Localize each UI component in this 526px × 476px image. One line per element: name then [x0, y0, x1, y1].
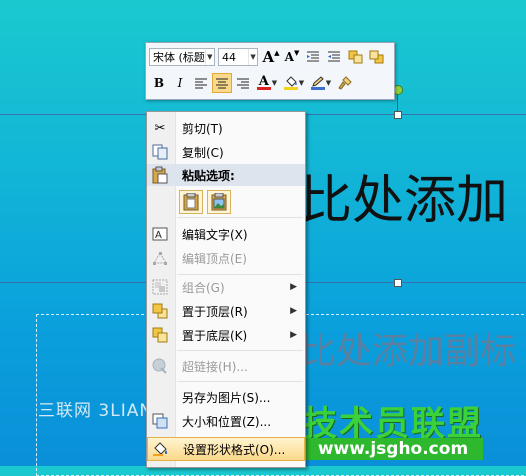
svg-text:A: A: [155, 230, 162, 241]
menu-separator: [177, 217, 303, 218]
send-backward-icon: [369, 50, 383, 64]
menu-item-label: 复制(C): [182, 145, 224, 160]
menu-separator: [177, 381, 303, 382]
edit-text-icon: A: [151, 225, 169, 243]
align-right-button[interactable]: [233, 73, 253, 93]
paste-keep-formatting-button[interactable]: [179, 190, 203, 214]
menu-item-label: 剪切(T): [182, 121, 223, 136]
menu-item-label: 置于顶层(R): [182, 304, 248, 319]
shape-outline-button[interactable]: ▼: [308, 73, 334, 93]
menu-item-label: 编辑顶点(E): [182, 251, 247, 266]
chevron-down-icon[interactable]: ▼: [272, 79, 277, 87]
menu-item-edit-text[interactable]: A 编辑文字(X): [147, 222, 305, 246]
menu-item-edit-points[interactable]: 编辑顶点(E): [147, 246, 305, 270]
chevron-down-icon[interactable]: ▼: [204, 49, 214, 65]
menu-separator: [177, 350, 303, 351]
italic-button[interactable]: I: [170, 73, 190, 93]
context-menu: ✂ 剪切(T) 复制(C) 粘贴选项: A 编辑文字(X) 编辑顶点(E) 组合…: [146, 111, 306, 468]
menu-item-label: 置于底层(K): [182, 328, 248, 343]
menu-item-label: 编辑文字(X): [182, 227, 248, 242]
decrease-indent-icon: [307, 51, 319, 62]
shape-fill-button[interactable]: ▼: [281, 73, 307, 93]
menu-item-label: 超链接(H)...: [182, 359, 248, 374]
menu-item-cut[interactable]: ✂ 剪切(T): [147, 116, 305, 140]
send-to-back-icon: [151, 326, 169, 344]
font-color-swatch: [256, 87, 271, 90]
format-painter-button[interactable]: [335, 73, 355, 93]
font-color-glyph: A: [258, 74, 269, 89]
scissors-icon: ✂: [154, 120, 166, 136]
bold-button[interactable]: B: [149, 73, 169, 93]
paste-options-label: 粘贴选项:: [182, 168, 235, 183]
watermark-jsgho-url: www.jsgho.com: [303, 438, 483, 460]
decrease-indent-button[interactable]: [303, 47, 323, 67]
bring-forward-button[interactable]: [345, 47, 365, 67]
edit-points-icon: [151, 249, 169, 267]
align-left-button[interactable]: [191, 73, 211, 93]
menu-item-label: 另存为图片(S)...: [182, 390, 271, 405]
font-color-icon: A: [256, 74, 271, 90]
paste-as-picture-button[interactable]: [207, 190, 231, 214]
font-size-value: 44: [222, 50, 236, 64]
paint-bucket-icon: [283, 76, 298, 90]
menu-item-size-and-position[interactable]: 大小和位置(Z)...: [147, 409, 305, 433]
bring-to-front-icon: [151, 302, 169, 320]
chevron-down-icon[interactable]: ▼: [326, 79, 331, 87]
submenu-arrow-icon: ▶: [290, 330, 297, 340]
align-left-icon: [194, 78, 207, 88]
shrink-font-icon: A: [284, 50, 294, 64]
chevron-down-icon[interactable]: ▼: [299, 79, 304, 87]
menu-item-copy[interactable]: 复制(C): [147, 140, 305, 164]
menu-item-label: 大小和位置(Z)...: [182, 414, 272, 429]
format-painter-icon: [338, 76, 352, 90]
menu-item-label: 设置形状格式(O)...: [183, 442, 286, 457]
submenu-arrow-icon: ▶: [290, 306, 297, 316]
format-shape-icon: [152, 441, 170, 459]
menu-item-bring-to-front[interactable]: 置于顶层(R) ▶: [147, 299, 305, 323]
align-right-icon: [236, 78, 249, 88]
subtitle-placeholder-text[interactable]: 比处添加副标: [300, 322, 516, 374]
align-center-button[interactable]: [212, 73, 232, 93]
font-color-button[interactable]: A ▼: [254, 73, 280, 93]
resize-handle-top[interactable]: [394, 111, 402, 119]
rotation-stem: [397, 94, 398, 112]
resize-handle-bottom[interactable]: [394, 279, 402, 287]
submenu-arrow-icon: ▶: [290, 282, 297, 292]
paste-clipboard-icon: [183, 193, 199, 211]
paste-options-header: 粘贴选项:: [147, 164, 305, 186]
grow-font-button[interactable]: A ▲: [261, 47, 281, 67]
group-icon: [151, 278, 169, 296]
menu-item-format-shape[interactable]: 设置形状格式(O)...: [147, 437, 305, 461]
align-center-icon: [215, 78, 228, 88]
menu-item-save-as-picture[interactable]: 另存为图片(S)...: [147, 385, 305, 409]
mini-toolbar-row-1: 宋体 (标题 ▼ 44 ▼ A ▲ A ▼: [149, 46, 387, 68]
grow-font-icon: A: [262, 48, 275, 66]
clipboard-icon: [151, 166, 169, 187]
font-name-combo[interactable]: 宋体 (标题 ▼: [149, 48, 215, 66]
increase-indent-button[interactable]: [324, 47, 344, 67]
chevron-down-icon[interactable]: ▼: [248, 49, 257, 65]
menu-item-group[interactable]: 组合(G) ▶: [147, 275, 305, 299]
pencil-icon: [310, 76, 325, 90]
bring-forward-icon: [348, 50, 362, 64]
send-backward-button[interactable]: [366, 47, 386, 67]
hyperlink-icon: [151, 357, 169, 375]
title-placeholder-text[interactable]: 比处添加: [300, 158, 508, 233]
bold-icon: B: [153, 76, 165, 90]
shrink-font-button[interactable]: A ▼: [282, 47, 302, 67]
italic-icon: I: [177, 76, 183, 90]
mini-toolbar-row-2: B I A ▼ ▼ ▼: [149, 72, 356, 94]
menu-item-label: 组合(G): [182, 280, 225, 295]
copy-icon: [151, 143, 169, 161]
font-size-combo[interactable]: 44 ▼: [218, 48, 258, 66]
mini-toolbar: 宋体 (标题 ▼ 44 ▼ A ▲ A ▼ B I A ▼ ▼ ▼: [145, 42, 395, 100]
paste-picture-icon: [211, 193, 227, 211]
font-name-value: 宋体 (标题: [153, 51, 205, 64]
size-position-icon: [151, 412, 169, 430]
menu-item-hyperlink[interactable]: 超链接(H)...: [147, 354, 305, 378]
increase-indent-icon: [328, 51, 340, 62]
menu-item-send-to-back[interactable]: 置于底层(K) ▶: [147, 323, 305, 347]
